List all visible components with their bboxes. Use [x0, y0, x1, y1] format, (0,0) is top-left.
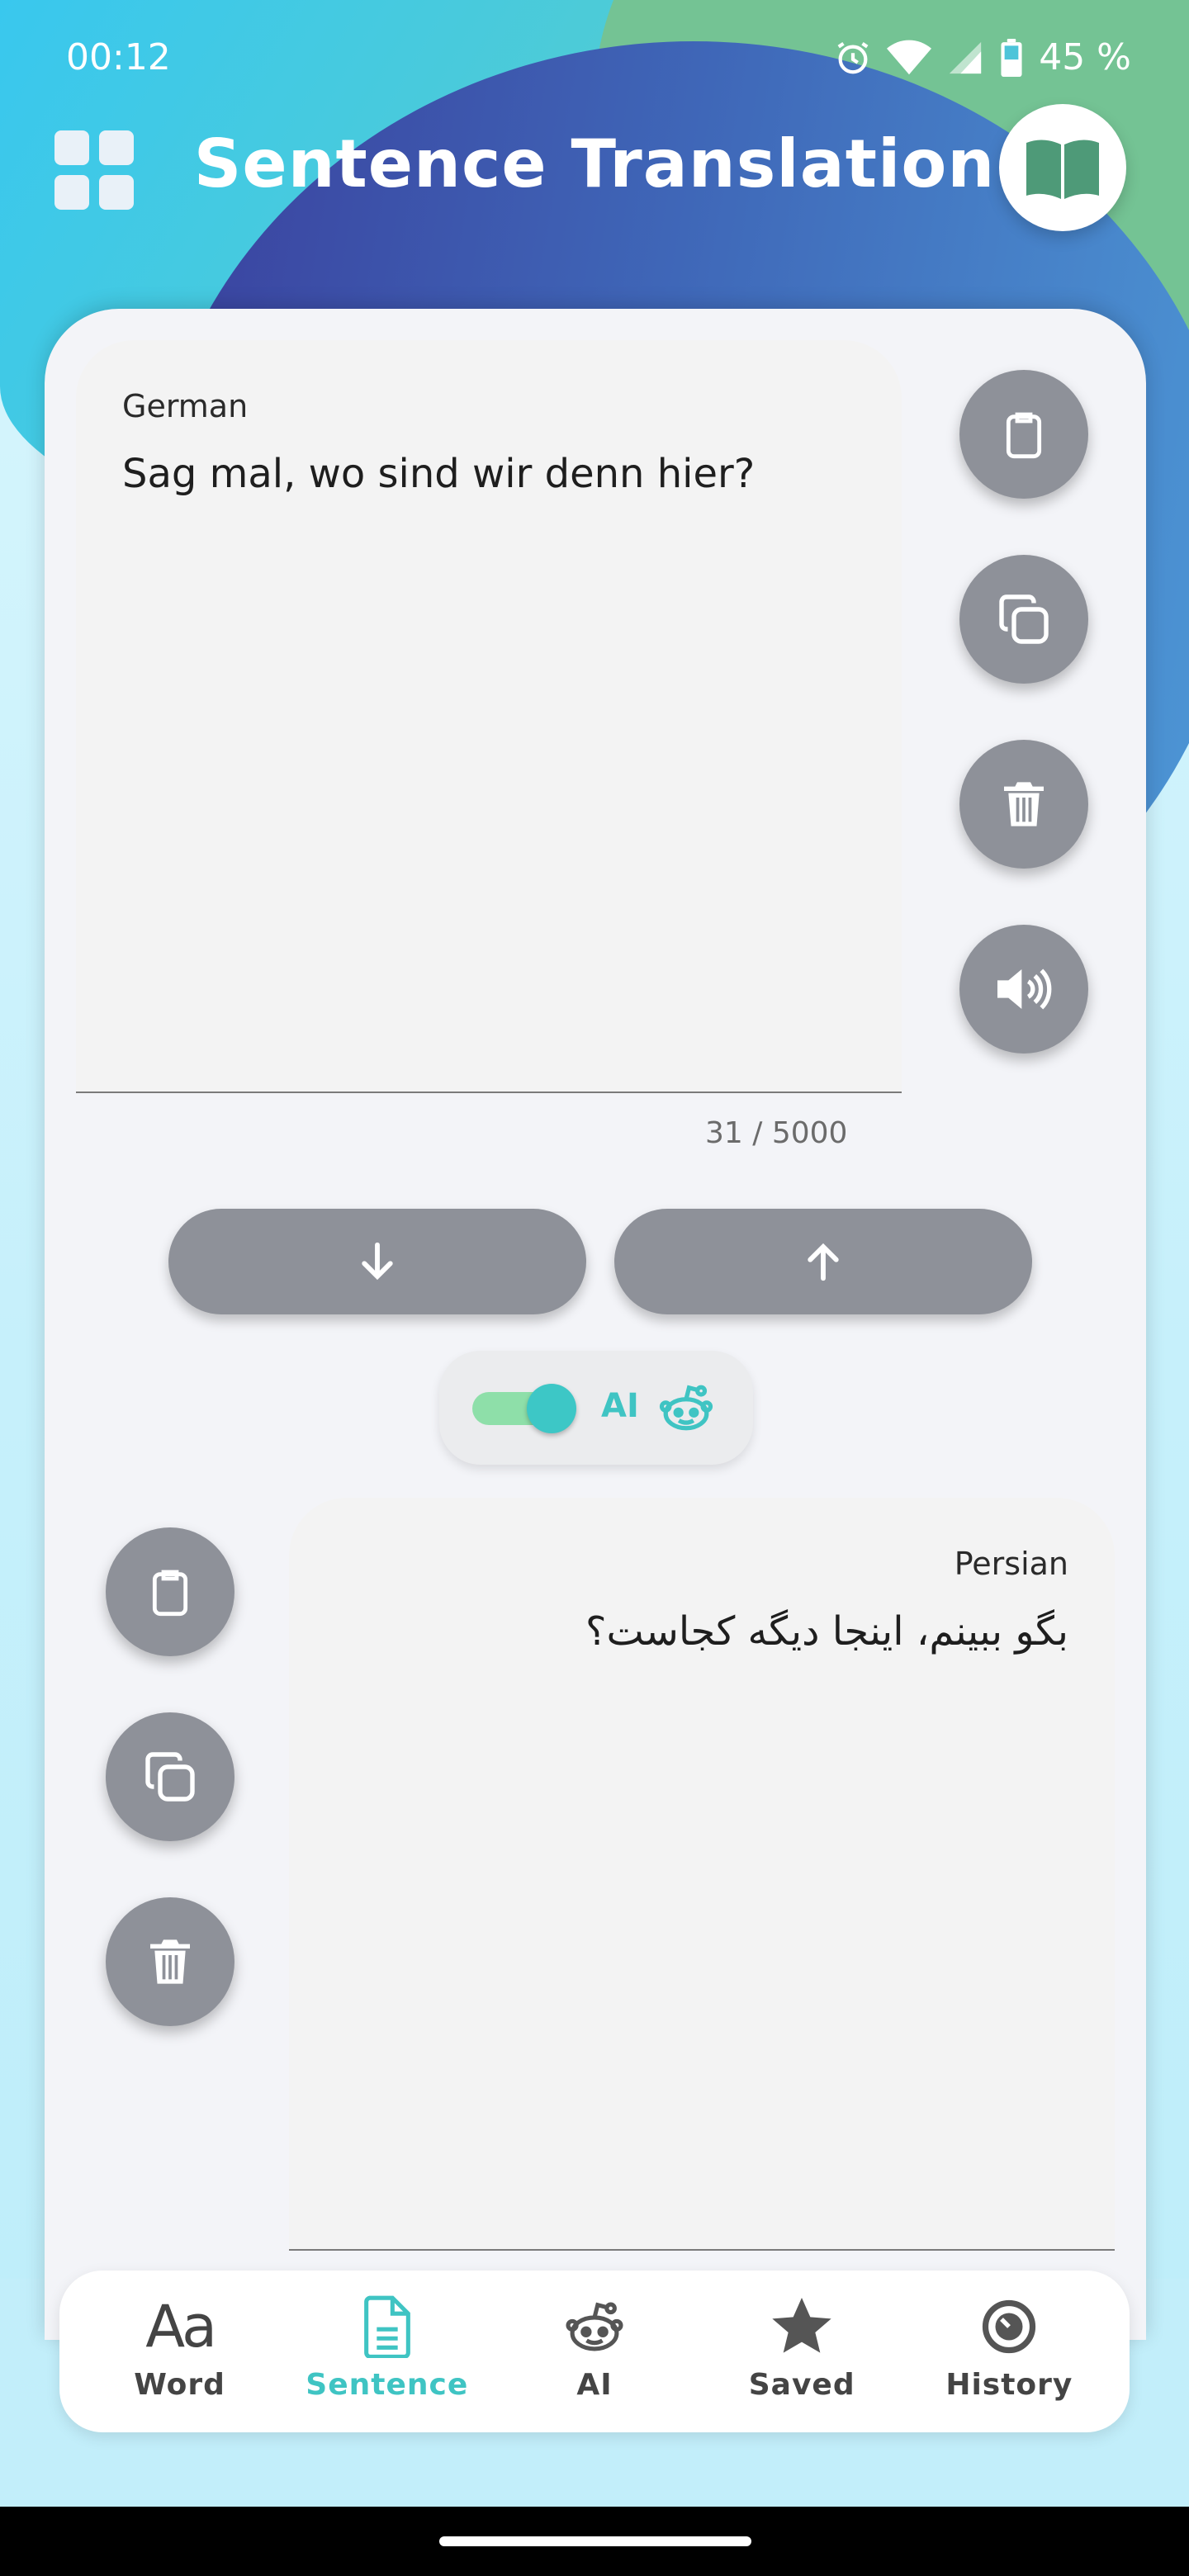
paste-icon — [1006, 412, 1042, 459]
target-text-panel[interactable]: Persian بگو ببینم، اینجا دیگه کجاست؟ — [289, 1498, 1115, 2251]
home-gesture-pill[interactable] — [439, 2536, 751, 2546]
nav-label-word: Word — [134, 2368, 225, 2402]
source-text-input[interactable]: Sag mal, wo sind wir denn hier? — [122, 451, 869, 497]
robot-icon — [566, 2302, 623, 2351]
app-header: Sentence Translation — [0, 104, 1189, 231]
nav-item-sentence[interactable]: Sentence — [296, 2277, 478, 2426]
trash-icon — [150, 1939, 190, 1984]
status-time: 00:12 — [66, 36, 171, 78]
copy-icon — [999, 594, 1049, 644]
copy-icon — [145, 1752, 195, 1802]
document-icon — [363, 2295, 410, 2358]
source-paste-button[interactable] — [959, 370, 1088, 499]
char-counter: 31 / 5000 — [705, 1116, 848, 1150]
source-copy-button[interactable] — [959, 555, 1088, 684]
signal-icon — [950, 41, 982, 73]
system-navigation-bar — [0, 2507, 1189, 2576]
nav-label-history: History — [945, 2368, 1073, 2402]
nav-label-saved: Saved — [748, 2368, 855, 2402]
alarm-icon — [837, 41, 869, 73]
aa-icon: Aa — [145, 2293, 217, 2361]
nav-item-saved[interactable]: Saved — [711, 2277, 893, 2426]
battery-level: 45 % — [1039, 36, 1131, 78]
ai-toggle-knob[interactable] — [527, 1384, 576, 1433]
nav-label-sentence: Sentence — [306, 2368, 469, 2402]
source-language-label: German — [122, 388, 249, 424]
status-bar: 00:12 45 % — [0, 0, 1189, 116]
book-icon — [1026, 140, 1099, 199]
source-clear-button[interactable] — [959, 740, 1088, 869]
target-text-output[interactable]: بگو ببینم، اینجا دیگه کجاست؟ — [322, 1608, 1068, 1655]
nav-label-ai: AI — [576, 2368, 613, 2402]
robot-icon — [659, 1385, 713, 1431]
target-clear-button[interactable] — [106, 1897, 234, 2026]
translate-down-button[interactable] — [168, 1209, 586, 1314]
star-icon — [772, 2298, 831, 2353]
trash-icon — [1004, 782, 1044, 826]
target-paste-button[interactable] — [106, 1527, 234, 1656]
ai-toggle-label: AI — [601, 1387, 639, 1425]
translate-up-button[interactable] — [614, 1209, 1032, 1314]
target-copy-button[interactable] — [106, 1712, 234, 1841]
ai-toggle-chip: AI — [439, 1351, 753, 1465]
battery-icon — [1001, 38, 1022, 77]
arrow-up-icon — [808, 1243, 839, 1281]
speaker-icon — [997, 968, 1052, 1010]
nav-item-history[interactable]: History — [918, 2277, 1100, 2426]
nav-item-ai[interactable]: AI — [504, 2277, 685, 2426]
arrow-down-icon — [362, 1242, 393, 1281]
translation-card: German Sag mal, wo sind wir denn hier? 3… — [45, 309, 1146, 2340]
status-icons: 45 % — [834, 36, 1131, 78]
source-speak-button[interactable] — [959, 925, 1088, 1054]
target-language-label: Persian — [954, 1546, 1068, 1582]
nav-item-word[interactable]: Aa Word — [89, 2277, 271, 2426]
source-text-panel[interactable]: German Sag mal, wo sind wir denn hier? — [76, 340, 902, 1093]
wifi-icon — [887, 40, 932, 74]
dictionary-button[interactable] — [999, 104, 1126, 231]
clock-icon — [983, 2299, 1036, 2354]
paste-icon — [152, 1570, 188, 1617]
bottom-navigation: Aa Word Sentence AI Saved History — [59, 2271, 1130, 2432]
